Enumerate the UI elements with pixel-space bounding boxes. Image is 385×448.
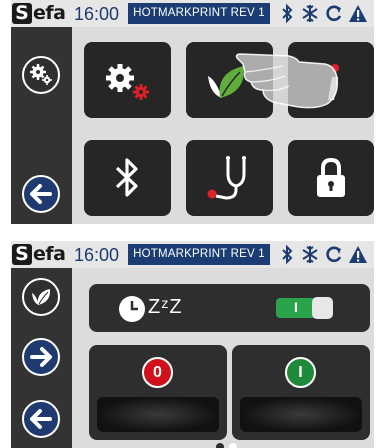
bluetooth-icon xyxy=(282,244,293,265)
logo-text: efa xyxy=(33,243,66,265)
snowflake-icon xyxy=(302,246,318,263)
back-button[interactable] xyxy=(22,175,60,213)
toggle-label: I xyxy=(294,299,298,315)
machine-title: HOTMARKPRINT REV 1 xyxy=(128,3,270,24)
diagnostics-tile[interactable] xyxy=(186,140,273,216)
clock-time: 16:00 xyxy=(74,245,120,265)
main-menu-screen: S efa 16:00 HOTMARKPRINT REV 1 xyxy=(11,0,374,224)
eco-mode-button[interactable] xyxy=(22,278,60,316)
status-bar: S efa 16:00 HOTMARKPRINT REV 1 xyxy=(11,0,374,27)
on-status-display xyxy=(240,397,362,432)
clock-icon xyxy=(119,296,145,322)
page-dot-2[interactable] xyxy=(229,443,237,448)
forward-button[interactable] xyxy=(22,338,60,376)
status-bar: S efa 16:00 HOTMARKPRINT REV 1 xyxy=(11,241,374,268)
bluetooth-tile[interactable] xyxy=(84,140,171,216)
sidebar xyxy=(11,268,72,448)
refresh-icon xyxy=(326,5,342,22)
clock-time: 16:00 xyxy=(74,4,120,24)
sefa-logo: S efa xyxy=(12,3,69,24)
settings-gears-icon xyxy=(106,64,149,100)
sidebar xyxy=(11,27,72,224)
back-button[interactable] xyxy=(22,400,60,438)
back-arrow-icon xyxy=(30,409,52,429)
logo-initial: S xyxy=(12,244,32,265)
refresh-icon xyxy=(326,246,342,263)
sleep-timer-row: ZᶻZ I xyxy=(89,284,370,332)
settings-tile[interactable] xyxy=(84,42,171,118)
power-on-panel: I xyxy=(232,345,370,440)
sleep-label: ZᶻZ xyxy=(148,296,183,318)
forward-arrow-icon xyxy=(30,347,52,367)
eco-mode-screen: S efa 16:00 HOTMARKPRINT REV 1 ZᶻZ I 0 I xyxy=(11,241,374,448)
power-off-button[interactable]: 0 xyxy=(142,357,173,388)
toggle-knob xyxy=(312,297,333,319)
settings-icon xyxy=(30,64,52,85)
logo-text: efa xyxy=(33,2,66,24)
stethoscope-icon xyxy=(207,156,246,200)
logo-initial: S xyxy=(12,3,32,24)
machine-title: HOTMARKPRINT REV 1 xyxy=(128,244,270,265)
power-off-panel: 0 xyxy=(89,345,227,440)
warning-icon xyxy=(349,246,367,263)
bluetooth-icon xyxy=(282,3,293,24)
lock-icon xyxy=(317,157,345,197)
lock-tile[interactable] xyxy=(288,140,374,216)
eco-leaf-icon xyxy=(32,289,51,305)
off-status-display xyxy=(97,397,219,432)
warning-icon xyxy=(349,5,367,22)
settings-button[interactable] xyxy=(22,56,60,94)
page-dot-1[interactable] xyxy=(216,443,224,448)
pointing-hand-icon xyxy=(235,53,339,109)
power-on-button[interactable]: I xyxy=(285,357,316,388)
sefa-logo: S efa xyxy=(12,244,69,265)
snowflake-icon xyxy=(302,5,318,22)
bluetooth-icon xyxy=(115,158,138,197)
sleep-toggle[interactable]: I xyxy=(276,297,336,319)
back-arrow-icon xyxy=(30,184,52,204)
